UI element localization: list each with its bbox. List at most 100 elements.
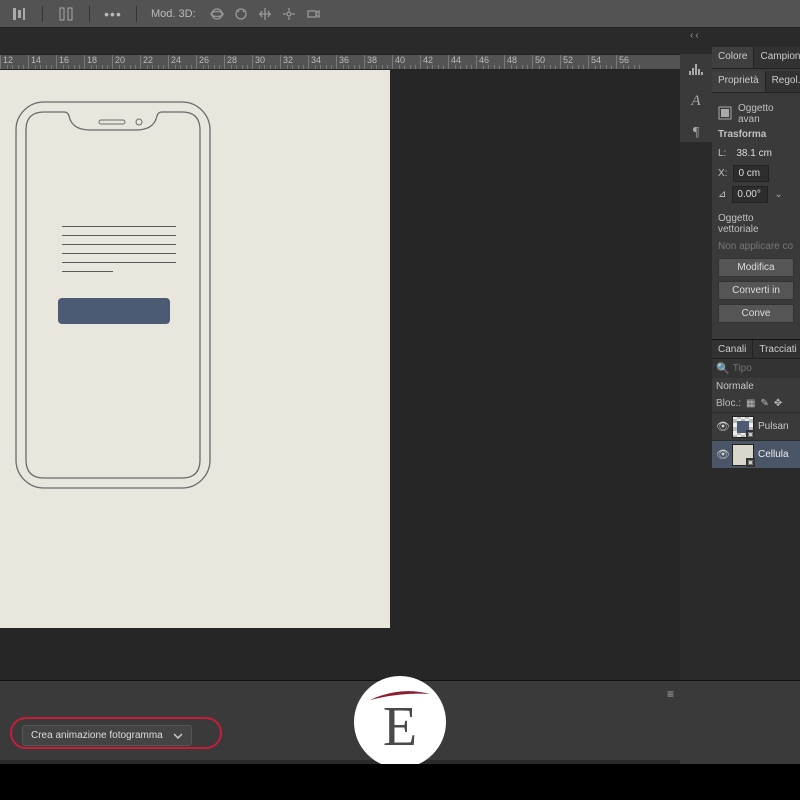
collapse-panels-icon[interactable]: ‹‹ <box>690 30 701 41</box>
ruler-tick: 18 <box>84 55 112 69</box>
ruler-tick: 22 <box>140 55 168 69</box>
chevron-down-icon <box>173 731 183 741</box>
horizontal-ruler: 1214161820222426283032343638404244464850… <box>0 54 680 70</box>
x-label: X: <box>718 168 727 179</box>
smart-object-badge-icon: ▣ <box>746 430 755 439</box>
lock-brush-icon[interactable]: ✎ <box>760 398 768 409</box>
x-value[interactable]: 0 cm <box>733 165 769 182</box>
angle-value[interactable]: 0.00° <box>732 186 768 203</box>
tab-campioni[interactable]: Campion <box>754 47 800 68</box>
artboard[interactable] <box>0 70 390 628</box>
layer-thumb: ▣ <box>732 444 754 466</box>
ruler-tick: 12 <box>0 55 28 69</box>
tab-regolazioni[interactable]: Regol. <box>766 71 800 92</box>
width-value[interactable]: 38.1 cm <box>732 146 776 161</box>
ruler-tick: 40 <box>392 55 420 69</box>
ruler-tick: 54 <box>588 55 616 69</box>
phone-mockup-shape <box>14 100 212 490</box>
layer-row-cellulare[interactable]: 👁 ▣ Cellula <box>712 440 800 468</box>
bottom-black-strip <box>0 764 800 800</box>
visibility-icon[interactable]: 👁 <box>716 448 728 461</box>
scale3d-icon[interactable] <box>282 7 296 21</box>
vector-object-title: Oggetto vettoriale <box>718 213 794 235</box>
ruler-tick: 42 <box>420 55 448 69</box>
info-panel-tabs: Canali Tracciati <box>712 339 800 359</box>
properties-panel-tabs: Proprietà Regol. <box>712 71 800 93</box>
ruler-tick: 20 <box>112 55 140 69</box>
ruler-tick: 24 <box>168 55 196 69</box>
modifica-button[interactable]: Modifica <box>718 258 794 277</box>
layer-name[interactable]: Cellula <box>758 449 789 460</box>
mode3d-icon-group <box>210 7 320 21</box>
divider <box>136 6 137 22</box>
layer-row-pulsante[interactable]: 👁 ▣ Pulsan <box>712 412 800 440</box>
align-icon[interactable] <box>10 5 28 23</box>
layer-name[interactable]: Pulsan <box>758 421 789 432</box>
color-panel-tabs: Colore Campion <box>712 47 800 69</box>
ruler-tick: 44 <box>448 55 476 69</box>
divider <box>42 6 43 22</box>
visibility-icon[interactable]: 👁 <box>716 420 728 433</box>
non-applicare-label: Non applicare co <box>718 241 794 252</box>
ruler-tick: 26 <box>196 55 224 69</box>
text-lines-placeholder <box>62 226 176 280</box>
layer-thumb: ▣ <box>732 416 754 438</box>
ruler-tick: 46 <box>476 55 504 69</box>
blend-mode-select[interactable]: Normale <box>712 378 800 395</box>
create-frame-animation-label: Crea animazione fotogramma <box>31 730 163 741</box>
ruler-tick: 28 <box>224 55 252 69</box>
smart-object-badge-icon: ▣ <box>746 458 755 467</box>
width-label: L: <box>718 148 726 159</box>
layer-filter-input[interactable] <box>733 363 773 374</box>
smart-object-icon <box>718 106 732 123</box>
orbit-icon[interactable] <box>210 7 224 21</box>
ruler-tick: 36 <box>336 55 364 69</box>
ruler-tick: 14 <box>28 55 56 69</box>
lock-move-icon[interactable]: ✥ <box>774 398 782 409</box>
watermark-logo: E <box>354 676 446 768</box>
timeline-menu-icon[interactable]: ≡ <box>667 687 674 701</box>
search-icon: 🔍 <box>716 362 730 375</box>
distribute-icon[interactable] <box>57 5 75 23</box>
ruler-tick: 16 <box>56 55 84 69</box>
ruler-tick: 30 <box>252 55 280 69</box>
smart-object-label: Oggetto avan <box>738 103 794 125</box>
properties-panel: Oggetto avan Trasforma L: 38.1 cm X: 0 c… <box>712 93 800 329</box>
histogram-panel-icon[interactable] <box>687 60 705 78</box>
canvas-viewport[interactable] <box>0 70 680 680</box>
character-panel-icon[interactable]: A <box>687 92 705 110</box>
paragraph-panel-icon[interactable]: ¶ <box>687 124 705 142</box>
ruler-tick: 32 <box>280 55 308 69</box>
tab-colore[interactable]: Colore <box>712 47 754 68</box>
trasforma-section-title: Trasforma <box>718 129 794 140</box>
options-bar: ••• Mod. 3D: <box>0 0 800 28</box>
ruler-tick: 34 <box>308 55 336 69</box>
ruler-tick: 56 <box>616 55 644 69</box>
tab-proprieta[interactable]: Proprietà <box>712 71 766 92</box>
tab-canali[interactable]: Canali <box>712 340 753 358</box>
converti-in-button[interactable]: Converti in <box>718 281 794 300</box>
ruler-tick: 38 <box>364 55 392 69</box>
divider <box>89 6 90 22</box>
converti-button[interactable]: Conve <box>718 304 794 323</box>
timeline-panel: ≡ Crea animazione fotogramma <box>0 680 680 760</box>
pan-icon[interactable] <box>258 7 272 21</box>
panel-bottom-fill <box>680 680 800 764</box>
layer-filter-row: 🔍 <box>712 359 800 378</box>
ruler-tick: 50 <box>532 55 560 69</box>
mode3d-label: Mod. 3D: <box>151 8 196 20</box>
tab-tracciati[interactable]: Tracciati <box>753 340 800 358</box>
layer-lock-row: Bloc.: ▦ ✎ ✥ <box>712 395 800 412</box>
create-frame-animation-button[interactable]: Crea animazione fotogramma <box>22 725 192 746</box>
ruler-tick: 48 <box>504 55 532 69</box>
collapsed-panel-strip: A ¶ <box>680 54 712 142</box>
button-shape-layer[interactable] <box>58 298 170 324</box>
lock-pixels-icon[interactable]: ▦ <box>746 398 755 409</box>
camera-icon[interactable] <box>306 7 320 21</box>
angle-icon: ⊿ <box>718 189 726 200</box>
more-options-icon[interactable]: ••• <box>104 5 122 23</box>
right-panel-dock: Colore Campion Proprietà Regol. Oggetto … <box>712 47 800 468</box>
watermark-letter: E <box>383 708 417 747</box>
rotate-icon[interactable] <box>234 7 248 21</box>
angle-dropdown-icon[interactable]: ⌄ <box>774 189 782 200</box>
